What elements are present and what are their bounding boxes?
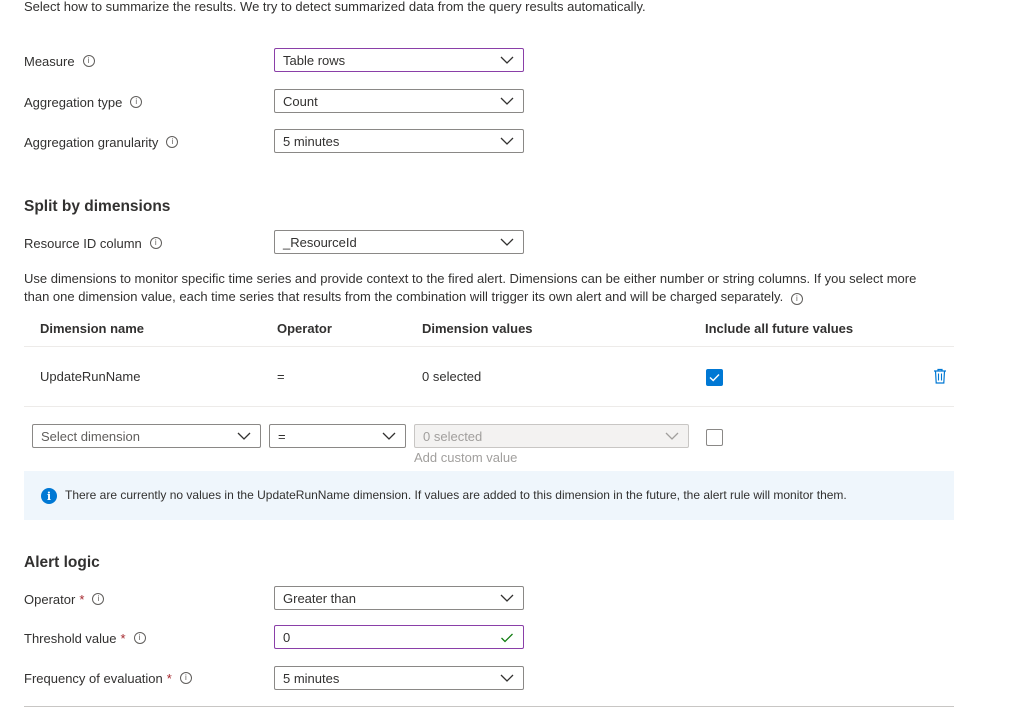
operator-dropdown[interactable]: = [269,424,406,448]
delete-icon[interactable] [933,368,947,384]
info-icon[interactable]: i [133,632,146,644]
column-header-dimension-name: Dimension name [40,321,145,336]
dimension-values-dropdown[interactable]: 0 selected [414,424,689,448]
info-icon[interactable]: i [82,55,95,67]
frequency-dropdown[interactable]: 5 minutes [274,666,524,690]
frequency-label: Frequency of evaluation * i [24,668,192,688]
info-icon[interactable]: i [790,293,803,305]
alert-operator-dropdown[interactable]: Greater than [274,586,524,610]
dimensions-description: Use dimensions to monitor specific time … [24,271,917,305]
dimension-name: UpdateRunName [40,369,141,384]
table-divider [24,346,954,347]
aggregation-granularity-dropdown[interactable]: 5 minutes [274,129,524,153]
aggregation-type-label: Aggregation type i [24,92,143,112]
aggregation-granularity-label: Aggregation granularity i [24,132,179,152]
select-dimension-dropdown[interactable]: Select dimension [32,424,261,448]
checkmark-icon [709,374,720,382]
chevron-down-icon [500,674,514,682]
required-asterisk: * [79,591,85,607]
info-icon[interactable]: i [130,96,143,108]
resource-id-dropdown[interactable]: _ResourceId [274,230,524,254]
column-header-include-future: Include all future values [705,321,854,336]
measure-label: Measure i [24,51,95,71]
table-divider [24,406,954,407]
info-circle-icon: i [41,488,57,504]
chevron-down-icon [500,56,514,64]
chevron-down-icon [500,594,514,602]
measure-dropdown[interactable]: Table rows [274,48,524,72]
chevron-down-icon [500,137,514,145]
include-future-checkbox[interactable] [706,369,723,386]
info-icon[interactable]: i [92,593,105,605]
info-icon[interactable]: i [149,237,162,249]
threshold-label: Threshold value * i [24,628,146,648]
column-header-dimension-values: Dimension values [422,321,533,336]
chevron-down-icon [382,432,396,440]
info-icon[interactable]: i [179,672,192,684]
info-message-text: There are currently no values in the Upd… [65,488,847,502]
chevron-down-icon [237,432,251,440]
required-asterisk: * [166,670,172,686]
valid-checkmark-icon [501,633,513,643]
info-icon[interactable]: i [166,136,179,148]
chevron-down-icon [500,97,514,105]
required-asterisk: * [120,630,126,646]
threshold-input[interactable]: 0 [274,625,524,649]
dimension-values: 0 selected [422,369,482,384]
include-future-checkbox-new[interactable] [706,429,723,446]
split-heading: Split by dimensions [24,198,171,215]
column-header-operator: Operator [277,321,332,336]
aggregation-type-dropdown[interactable]: Count [274,89,524,113]
chevron-down-icon [500,238,514,246]
resource-id-label: Resource ID column i [24,233,162,253]
operator-label: Operator * i [24,589,105,609]
dimension-operator: = [277,369,285,384]
section-divider [24,706,954,707]
add-custom-value-link[interactable]: Add custom value [414,450,517,465]
chevron-down-icon [665,432,679,440]
info-message-bar: i There are currently no values in the U… [24,471,954,520]
intro-text: Select how to summarize the results. We … [24,0,646,14]
alert-logic-heading: Alert logic [24,554,100,571]
